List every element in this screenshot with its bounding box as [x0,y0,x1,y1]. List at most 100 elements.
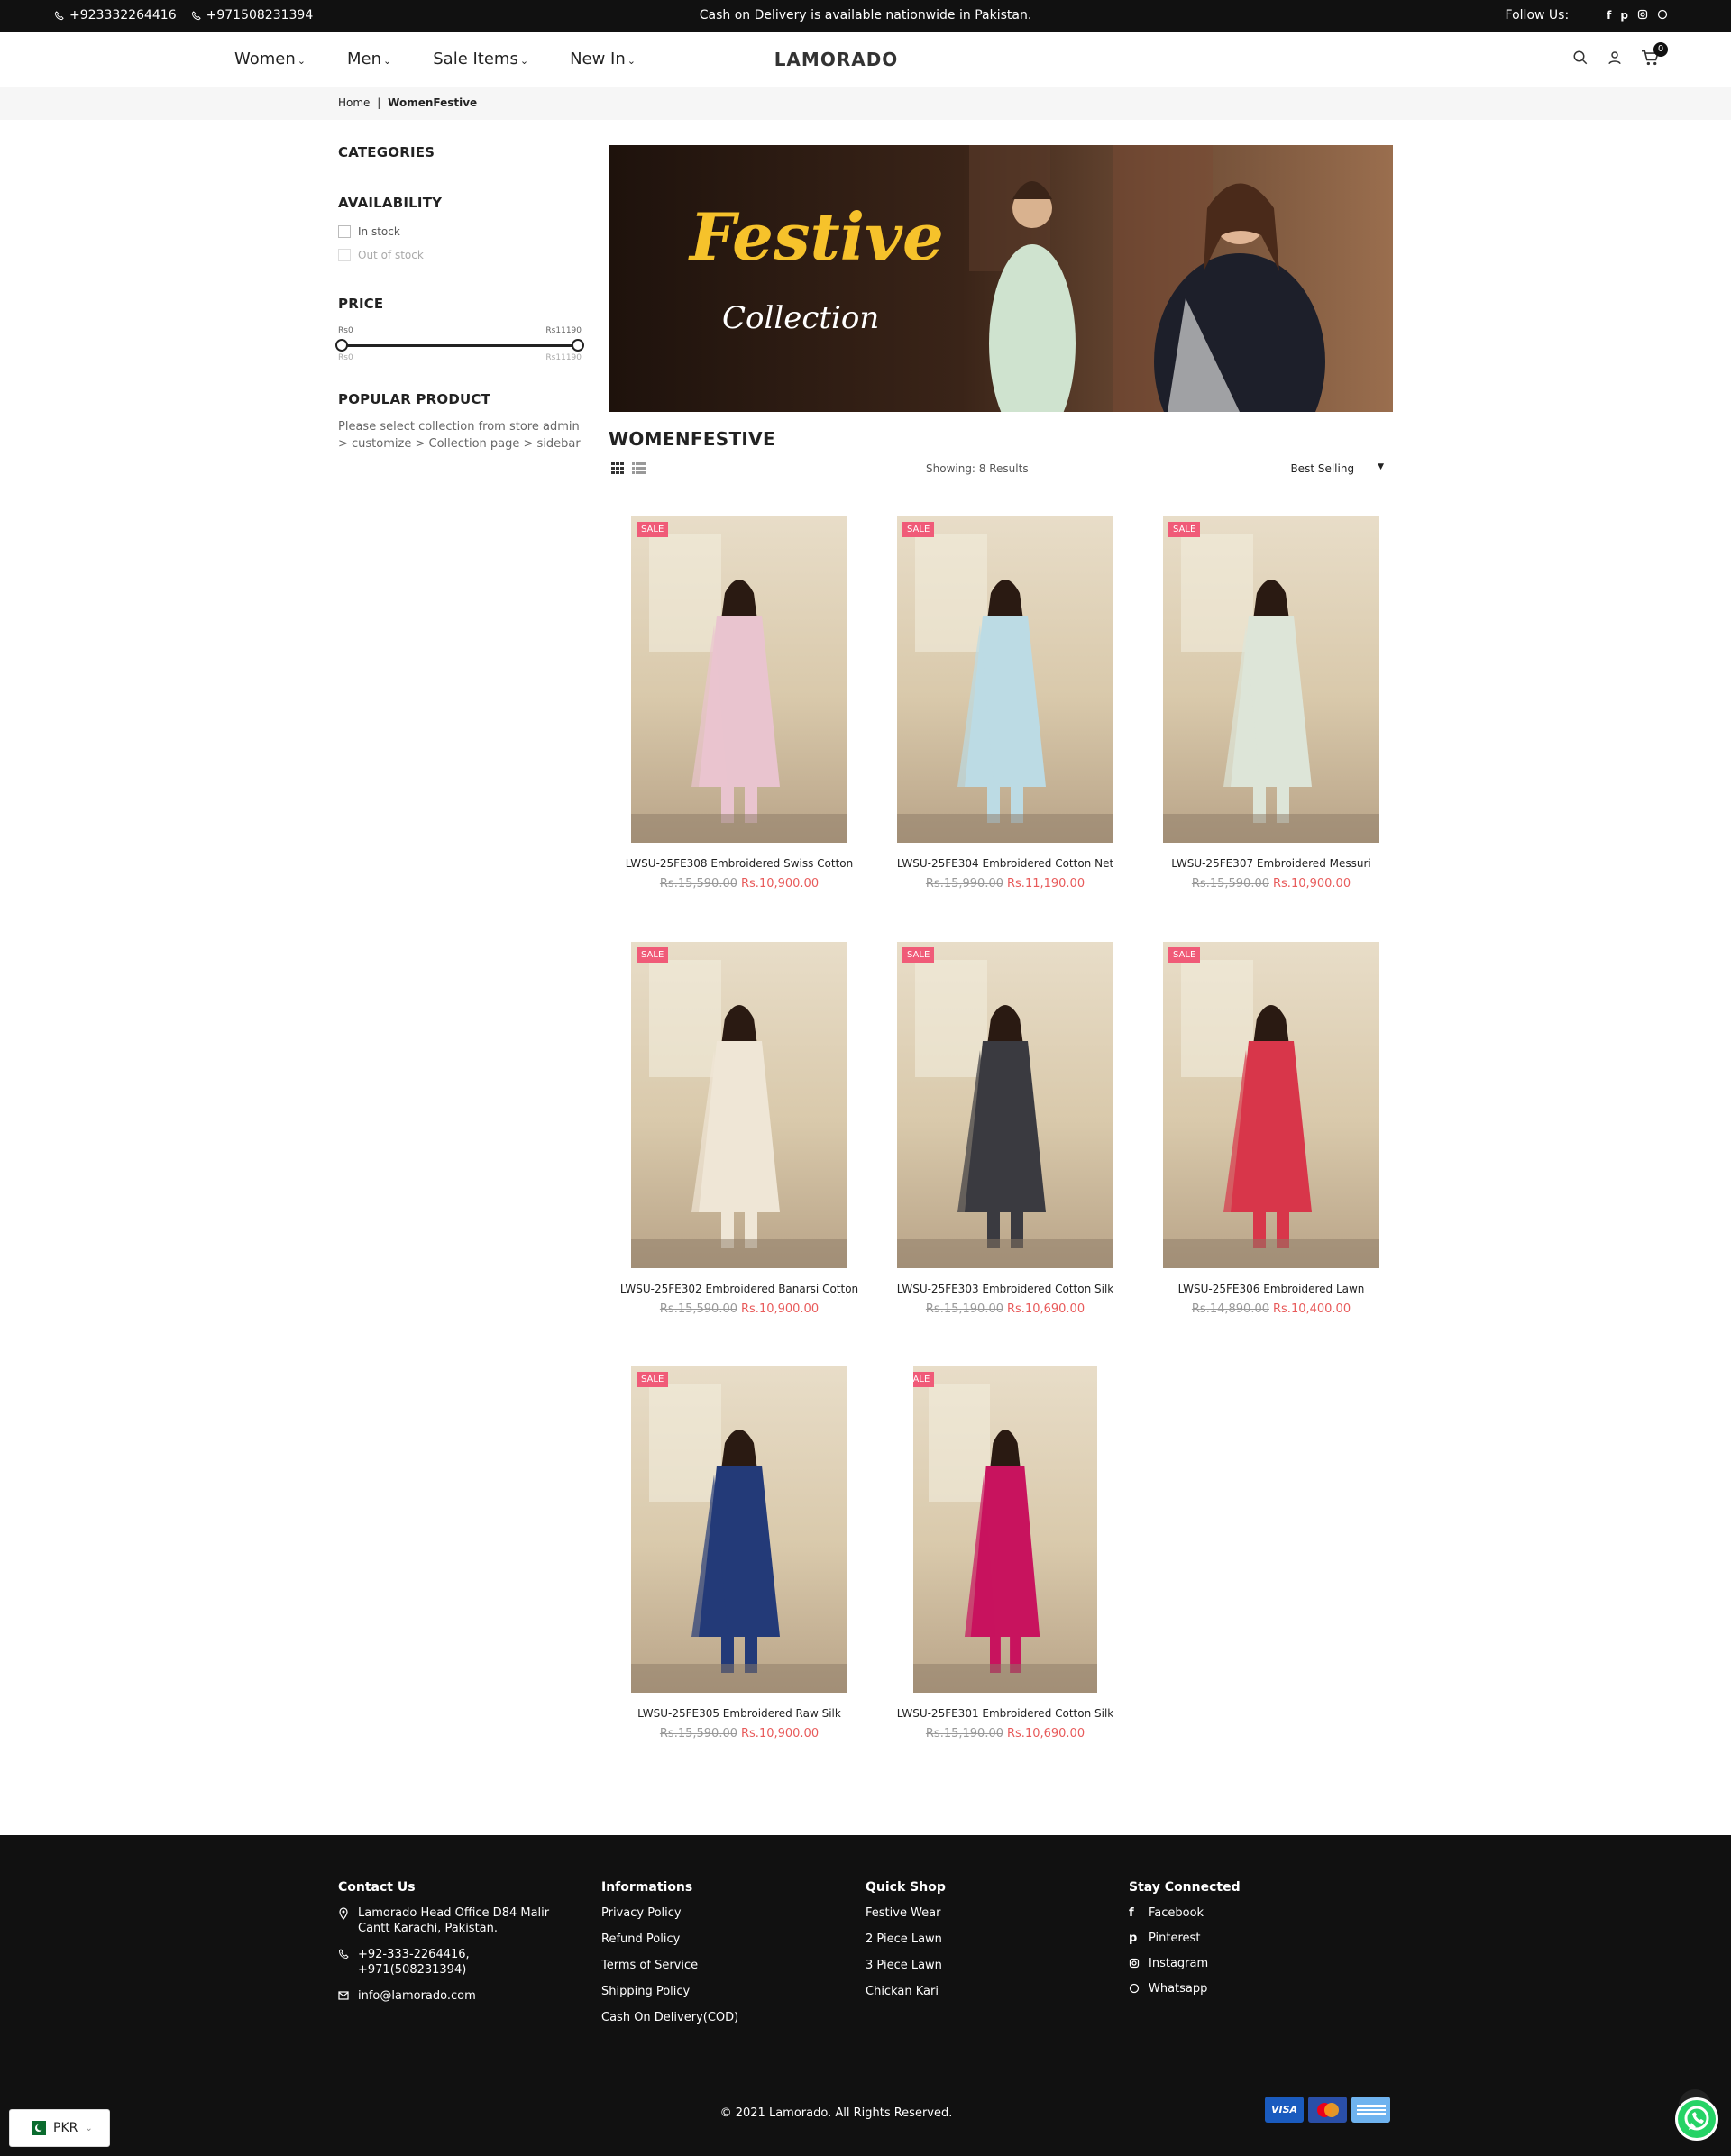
checkbox[interactable] [338,249,351,261]
currency-selector[interactable]: PKR ⌄ [9,2109,110,2147]
product-card[interactable]: SALE LWSU-25FE301 Embroidered Cotton Sil… [875,1366,1136,1740]
footer-social-pinterest[interactable]: p Pinterest [1129,1931,1241,1946]
product-price: Rs.15,590.00 Rs.10,900.00 [609,1302,870,1316]
product-card[interactable]: SALE LWSU-25FE307 Embroidered Messuri Rs… [1140,516,1402,891]
product-photo [913,1384,1097,1693]
price-min-input[interactable]: Rs0 [338,353,353,362]
product-image[interactable]: SALE [897,516,1113,843]
product-title[interactable]: LWSU-25FE304 Embroidered Cotton Net [875,857,1136,870]
footer-social-label: Whatsapp [1149,1982,1208,1996]
categories-heading[interactable]: CATEGORIES [338,144,582,160]
site-footer: Contact Us Lamorado Head Office D84 Mali… [0,1835,1731,2156]
filter-out-of-stock[interactable]: Out of stock [338,249,582,261]
list-view-icon[interactable] [632,462,646,474]
footer-social-heading: Stay Connected [1129,1880,1241,1895]
price-min-handle[interactable] [335,339,348,352]
product-photo [897,534,1113,843]
sale-badge: SALE [913,1372,935,1387]
announcement-text: Cash on Delivery is available nationwide… [699,8,1032,23]
footer-link-chickan-kari[interactable]: Chickan Kari [866,1984,946,1999]
footer-social-instagram[interactable]: Instagram [1129,1956,1241,1971]
footer-email[interactable]: info@lamorado.com [338,1988,572,2004]
sort-select[interactable]: Best Selling ▼ [1290,462,1384,475]
footer-link-3-piece-lawn[interactable]: 3 Piece Lawn [866,1958,946,1973]
product-price: Rs.15,590.00 Rs.10,900.00 [609,877,870,891]
product-image[interactable]: SALE [631,516,847,843]
breadcrumb-separator: | [377,96,381,109]
mail-icon [338,1991,349,2000]
instagram-icon[interactable] [1637,9,1648,20]
whatsapp-icon[interactable] [1657,9,1668,20]
facebook-icon[interactable]: f [1607,9,1611,22]
product-card[interactable]: SALE LWSU-25FE302 Embroidered Banarsi Co… [609,942,870,1316]
product-title[interactable]: LWSU-25FE306 Embroidered Lawn [1140,1283,1402,1295]
compare-price: Rs.15,590.00 [1191,877,1269,891]
sale-price: Rs.10,900.00 [1273,877,1351,891]
sale-price: Rs.10,900.00 [741,1727,820,1740]
sale-badge: SALE [1168,522,1201,537]
popular-heading: POPULAR PRODUCT [338,391,491,407]
results-count: Showing: 8 Results [926,462,1029,475]
price-range-values: Rs0 Rs11190 [338,326,582,337]
site-logo[interactable]: LAMORADO [0,49,1672,70]
price-slider[interactable] [335,339,584,352]
footer-link-refund[interactable]: Refund Policy [601,1932,738,1947]
search-icon[interactable] [1572,50,1589,66]
grid-view-icon[interactable] [611,462,625,474]
price-max-handle[interactable] [572,339,584,352]
pinterest-icon[interactable]: p [1620,9,1628,22]
product-image[interactable]: SALE [631,1366,847,1693]
sale-badge: SALE [637,1372,669,1387]
product-card[interactable]: SALE LWSU-25FE306 Embroidered Lawn Rs.14… [1140,942,1402,1316]
product-title[interactable]: LWSU-25FE302 Embroidered Banarsi Cotton [609,1283,870,1295]
price-input-values: Rs0 Rs11190 [338,353,582,364]
product-image[interactable]: SALE [631,942,847,1268]
chevron-down-icon: ⌄ [85,2123,93,2133]
footer-link-cod[interactable]: Cash On Delivery(COD) [601,2010,738,2025]
sale-price: Rs.11,190.00 [1007,877,1085,891]
footer-link-terms[interactable]: Terms of Service [601,1958,738,1973]
footer-link-privacy[interactable]: Privacy Policy [601,1905,738,1921]
cart-button[interactable]: 0 [1641,42,1668,69]
price-max-input[interactable]: Rs11190 [545,353,582,362]
product-title[interactable]: LWSU-25FE303 Embroidered Cotton Silk [875,1283,1136,1295]
price-slider-track [338,344,582,347]
filter-in-stock[interactable]: In stock [338,225,582,238]
popular-products: POPULAR PRODUCT Please select collection… [338,391,582,452]
product-card[interactable]: SALE LWSU-25FE305 Embroidered Raw Silk R… [609,1366,870,1740]
product-title[interactable]: LWSU-25FE305 Embroidered Raw Silk [609,1707,870,1720]
footer-link-shipping[interactable]: Shipping Policy [601,1984,738,1999]
user-icon[interactable] [1607,50,1623,66]
product-title[interactable]: LWSU-25FE308 Embroidered Swiss Cotton [609,857,870,870]
product-card[interactable]: SALE LWSU-25FE308 Embroidered Swiss Cott… [609,516,870,891]
footer-email-text: info@lamorado.com [358,1989,476,2003]
availability-heading[interactable]: AVAILABILITY [338,195,582,211]
product-card[interactable]: SALE LWSU-25FE304 Embroidered Cotton Net… [875,516,1136,891]
sale-badge: SALE [902,522,935,537]
sale-price: Rs.10,400.00 [1273,1302,1351,1316]
compare-price: Rs.15,590.00 [659,877,737,891]
product-price: Rs.15,590.00 Rs.10,900.00 [1140,877,1402,891]
product-image[interactable]: SALE [897,942,1113,1268]
footer-link-2-piece-lawn[interactable]: 2 Piece Lawn [866,1932,946,1947]
footer-social-facebook[interactable]: f Facebook [1129,1905,1241,1921]
product-title[interactable]: LWSU-25FE301 Embroidered Cotton Silk [875,1707,1136,1720]
price-heading[interactable]: PRICE [338,296,582,312]
footer-social-whatsapp[interactable]: Whatsapp [1129,1981,1241,1996]
footer-contact: Contact Us Lamorado Head Office D84 Mali… [338,1880,572,2014]
footer-link-festive-wear[interactable]: Festive Wear [866,1905,946,1921]
product-image[interactable]: SALE [913,1366,1097,1693]
product-card[interactable]: SALE LWSU-25FE303 Embroidered Cotton Sil… [875,942,1136,1316]
footer-phone[interactable]: +92-333-2264416, +971(508231394) [338,1947,572,1978]
whatsapp-chat-button[interactable] [1675,2097,1718,2141]
product-image[interactable]: SALE [1163,516,1379,843]
footer-social-label: Instagram [1149,1957,1209,1970]
checkbox[interactable] [338,225,351,238]
out-of-stock-label: Out of stock [358,249,424,261]
product-image[interactable]: SALE [1163,942,1379,1268]
top-bar: +923332264416 +971508231394 Cash on Deli… [0,0,1731,32]
product-title[interactable]: LWSU-25FE307 Embroidered Messuri [1140,857,1402,870]
compare-price: Rs.15,190.00 [925,1727,1003,1740]
breadcrumb-home[interactable]: Home [338,96,370,109]
facebook-icon: f [1129,1906,1134,1920]
